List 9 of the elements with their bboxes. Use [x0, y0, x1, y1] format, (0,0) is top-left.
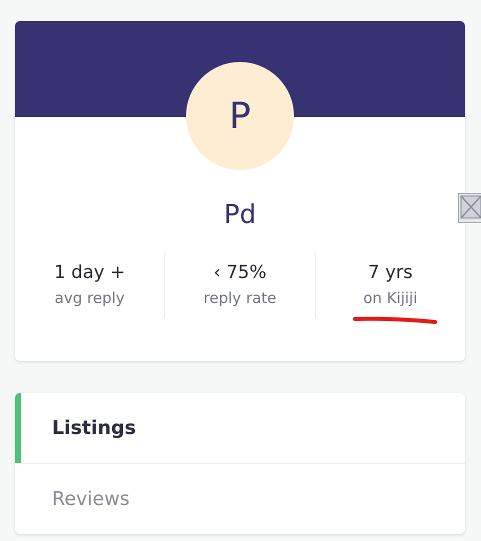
tab[interactable]: Listings	[15, 393, 465, 463]
stat-label: avg reply	[54, 289, 125, 307]
broken-image-icon	[458, 193, 481, 223]
stat-label: on Kijiji	[363, 289, 418, 307]
stat-value: 1 day +	[54, 262, 126, 283]
stat-value: ‹ 75%	[214, 262, 266, 283]
stat-value: 7 yrs	[368, 262, 413, 283]
stat-label: reply rate	[204, 289, 276, 307]
user-name: Pd	[224, 200, 256, 230]
